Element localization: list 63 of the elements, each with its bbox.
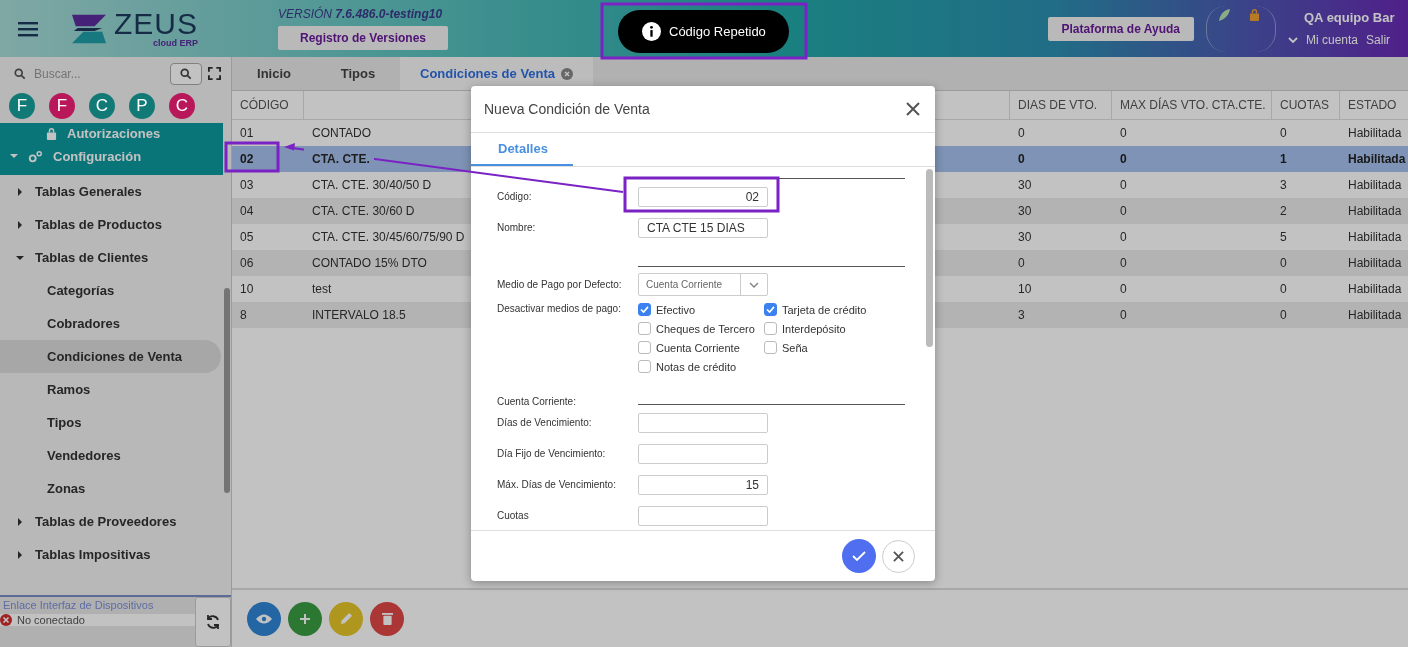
table-cell-text: 0	[1279, 307, 1287, 324]
table-cell-text: 30	[1017, 229, 1032, 246]
table-cell-text: 0	[1279, 281, 1287, 298]
table-cell-text: Habilitada	[1347, 177, 1402, 194]
table-cell-text: CTA. CTE. 30/60 D	[311, 203, 415, 220]
field-label: Días de Vencimiento:	[497, 417, 593, 428]
section-label: Cuenta Corriente:	[497, 396, 577, 407]
table-cell-text: 0	[1119, 229, 1127, 246]
table-cell-text: Habilitada	[1347, 203, 1402, 220]
table-cell-text: 0	[1017, 125, 1025, 142]
table-cell-text: 8	[239, 307, 247, 324]
table-cell-text: Habilitada	[1347, 125, 1402, 142]
connection-status: No conectado	[17, 614, 85, 626]
table-cell-text: CONTADO 15% DTO	[311, 255, 427, 272]
table-cell-text: 0	[1119, 203, 1127, 220]
table-cell-text: 06	[239, 255, 254, 272]
user-name: QA equipo Bar	[1303, 10, 1396, 25]
table-cell-text: Habilitada	[1347, 255, 1402, 272]
table-cell-text: 30	[1017, 177, 1032, 194]
table-cell-text: 0	[1119, 281, 1127, 298]
table-cell-text: 3	[1279, 177, 1287, 194]
table-cell-text: 3	[1017, 307, 1025, 324]
table-cell-text: 0	[1119, 307, 1127, 324]
field-label: Medio de Pago por Defecto:	[497, 279, 623, 290]
table-cell-text: 05	[239, 229, 254, 246]
table-cell-text: Habilitada	[1347, 281, 1402, 298]
table-cell-text: Habilitada	[1347, 151, 1406, 168]
field-label: Código:	[497, 191, 533, 202]
toast-message: Código Repetido	[669, 24, 766, 39]
table-cell-text: Habilitada	[1347, 307, 1402, 324]
table-cell-text: INTERVALO 18.5	[311, 307, 406, 324]
table-cell-text: CTA. CTE. 30/45/60/75/90 D	[311, 229, 465, 246]
table-cell-text: CONTADO	[311, 125, 372, 142]
table-cell-text: 02	[239, 151, 254, 168]
table-cell-text: 03	[239, 177, 254, 194]
field-label: Día Fijo de Vencimiento:	[497, 448, 607, 459]
table-cell-text: 0	[1119, 255, 1127, 272]
field-label: Cuotas	[497, 510, 530, 521]
version-text: VERSIÓN 7.6.486.0-testing10	[278, 7, 443, 21]
table-cell-text: 0	[1017, 151, 1025, 168]
table-cell-text: CTA. CTE. 30/40/50 D	[311, 177, 432, 194]
table-cell-text: test	[311, 281, 332, 298]
logo-text: ZEUS	[114, 9, 198, 39]
table-cell-text: Habilitada	[1347, 229, 1402, 246]
table-cell-text: 30	[1017, 203, 1032, 220]
table-cell-text: 04	[239, 203, 254, 220]
table-cell-text: 0	[1119, 125, 1127, 142]
table-cell-text: 10	[1017, 281, 1032, 298]
field-label: Desactivar medios de pago:	[497, 303, 622, 314]
table-cell-text: 2	[1279, 203, 1287, 220]
table-cell-text: 0	[1119, 177, 1127, 194]
table-cell-text: 01	[239, 125, 254, 142]
logo-tagline: cloud ERP	[153, 39, 198, 48]
field-label: Nombre:	[497, 222, 537, 233]
field-label: Máx. Días de Vencimiento:	[497, 479, 617, 490]
dialog-title: Nueva Condición de Venta	[484, 101, 650, 117]
table-cell-text: 0	[1017, 255, 1025, 272]
table-cell-text: 5	[1279, 229, 1287, 246]
table-cell-text: 1	[1279, 151, 1287, 168]
table-cell-text: 0	[1279, 255, 1287, 272]
table-cell-text: 0	[1119, 151, 1127, 168]
table-cell-text: 10	[239, 281, 254, 298]
table-cell-text: 0	[1279, 125, 1287, 142]
